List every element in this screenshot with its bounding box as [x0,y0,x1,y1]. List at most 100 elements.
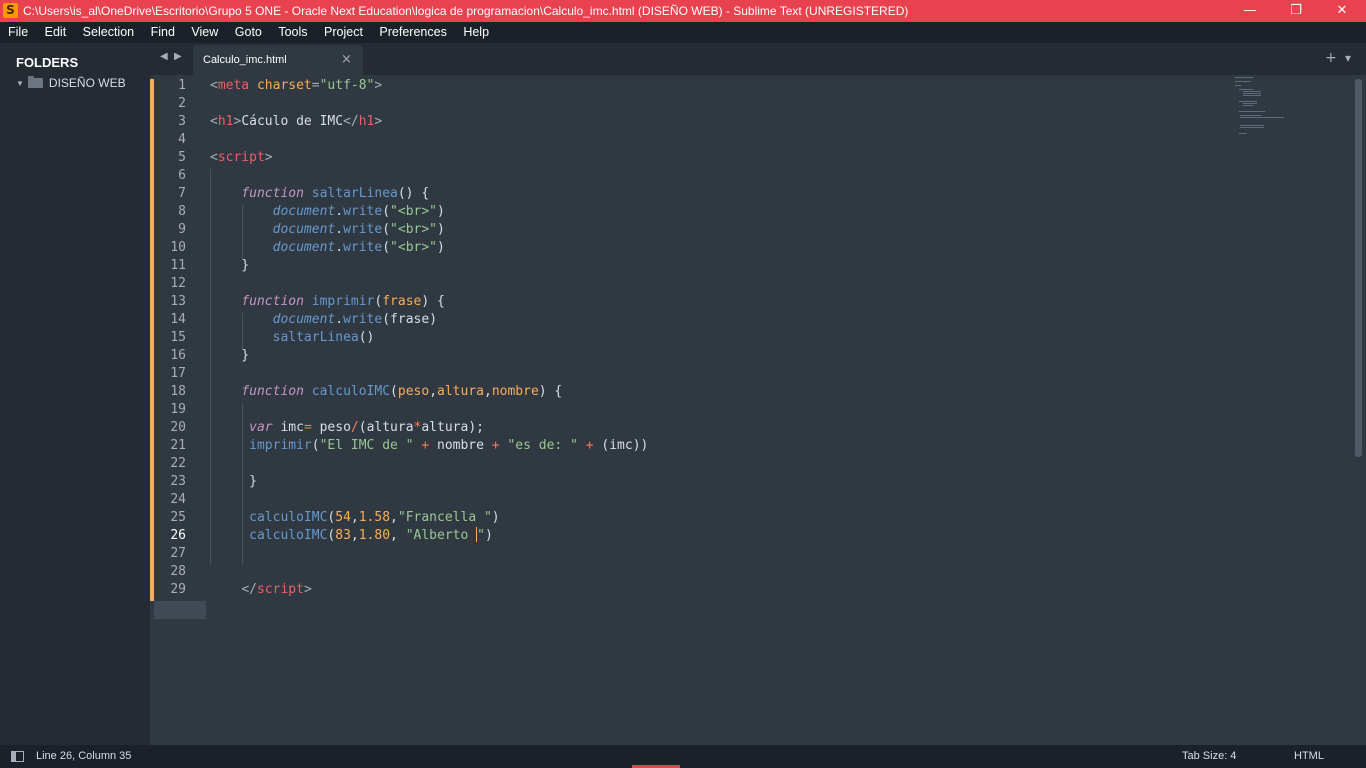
token: " [477,528,485,543]
syntax-selector[interactable]: HTML [1294,750,1324,762]
sidebar: FOLDERS ▼ DISEÑO WEB [0,43,150,745]
code-line: 11 } [150,257,1350,275]
menu-tools[interactable]: Tools [278,22,307,43]
token: 83 [335,528,351,543]
menu-goto[interactable]: Goto [235,22,262,43]
line-number: 19 [170,402,186,417]
code-text: document.write("<br>") [272,240,445,255]
minimap[interactable] [1235,77,1305,137]
token: charset [256,78,312,93]
token: altura [366,420,414,435]
menu-find[interactable]: Find [151,22,175,43]
code-line: 6 [150,167,1350,185]
code-text: <script> [210,150,273,165]
code-text: function imprimir(frase) { [241,294,445,309]
token: "Francella " [397,510,492,525]
close-window-button[interactable]: ✕ [1319,0,1365,22]
folders-heading: FOLDERS [16,55,79,70]
token: write [343,312,383,327]
code-line: 18 function calculoIMC(peso,altura,nombr… [150,383,1350,401]
token: imprimir [249,438,312,453]
line-number: 24 [170,492,186,507]
folder-item-diseno-web[interactable]: ▼ DISEÑO WEB [16,76,126,90]
code-text: </script> [241,582,312,597]
code-line: 10 document.write("<br>") [150,239,1350,257]
line-number: 4 [178,132,186,147]
tab-calculo-imc[interactable]: Calculo_imc.html × [193,45,363,75]
code-line: 20 var imc= peso/(altura*altura); [150,419,1350,437]
token: nombre [491,384,539,399]
tab-size-selector[interactable]: Tab Size: 4 [1182,750,1236,762]
line-number: 17 [170,366,186,381]
token: function [241,186,304,201]
tab-nav-right-icon[interactable]: ▶ [174,51,182,62]
token: "El IMC de " [319,438,414,453]
line-number: 8 [178,204,186,219]
tab-menu-icon[interactable]: ▾ [1345,51,1351,65]
code-text: imprimir("El IMC de " + nombre + "es de:… [249,438,649,453]
menu-edit[interactable]: Edit [45,22,67,43]
restore-button[interactable]: ❐ [1273,0,1319,22]
token: "utf-8" [319,78,375,93]
code-line: 24 [150,491,1350,509]
line-number: 29 [170,582,186,597]
token: script [217,150,265,165]
line-number: 21 [170,438,186,453]
line-number: 12 [170,276,186,291]
token: frase [390,312,430,327]
tab-nav-left-icon[interactable]: ◀ [160,51,168,62]
vertical-scrollbar[interactable] [1355,79,1362,457]
menu-file[interactable]: File [8,22,28,43]
code-line: 8 document.write("<br>") [150,203,1350,221]
menu-project[interactable]: Project [324,22,363,43]
token: nombre [437,438,484,453]
line-number: 2 [178,96,186,111]
new-tab-icon[interactable]: + [1325,50,1337,66]
current-line-highlight [154,601,206,619]
line-number: 11 [170,258,186,273]
token: document [272,222,336,237]
panel-toggle-icon[interactable] [11,751,24,762]
code-text: } [210,258,250,273]
token: imc [609,438,633,453]
minimize-button[interactable]: — [1227,0,1273,22]
token: "<br>" [390,240,438,255]
token: "<br>" [390,222,438,237]
code-editor[interactable]: 1 <meta charset="utf-8"> 2 3 <h1>Cáculo de… [150,75,1366,745]
token: function [241,294,304,309]
code-line: 27 [150,545,1350,563]
token: var [249,420,273,435]
code-text: calculoIMC(54,1.58,"Francella ") [249,510,500,525]
token: altura [437,384,484,399]
menu-selection[interactable]: Selection [83,22,134,43]
menu-preferences[interactable]: Preferences [379,22,446,43]
line-number: 26 [170,528,186,543]
line-number: 28 [170,564,186,579]
token: calculoIMC [249,510,328,525]
token: saltarLinea [311,186,398,201]
code-line: 19 [150,401,1350,419]
code-line: 21 imprimir("El IMC de " + nombre + "es … [150,437,1350,455]
menu-view[interactable]: View [191,22,218,43]
token: frase [382,294,422,309]
token: h1 [217,114,234,129]
code-line: 16 } [150,347,1350,365]
token: altura [421,420,469,435]
line-number: 20 [170,420,186,435]
folder-label: DISEÑO WEB [48,76,126,90]
tab-close-icon[interactable]: × [341,52,352,67]
code-line: 15 saltarLinea() [150,329,1350,347]
menu-help[interactable]: Help [463,22,489,43]
token: document [272,204,336,219]
line-number: 23 [170,474,186,489]
line-number: 16 [170,348,186,363]
token: write [343,240,383,255]
line-number: 9 [178,222,186,237]
code-text: calculoIMC(83,1.80, "Alberto ") [249,527,493,543]
line-number: 5 [178,150,186,165]
sublime-app-icon: S [3,3,18,18]
expand-arrow-icon[interactable]: ▼ [16,79,24,88]
token: "<br>" [390,204,438,219]
code-text: saltarLinea() [272,330,375,345]
token: document [272,312,336,327]
